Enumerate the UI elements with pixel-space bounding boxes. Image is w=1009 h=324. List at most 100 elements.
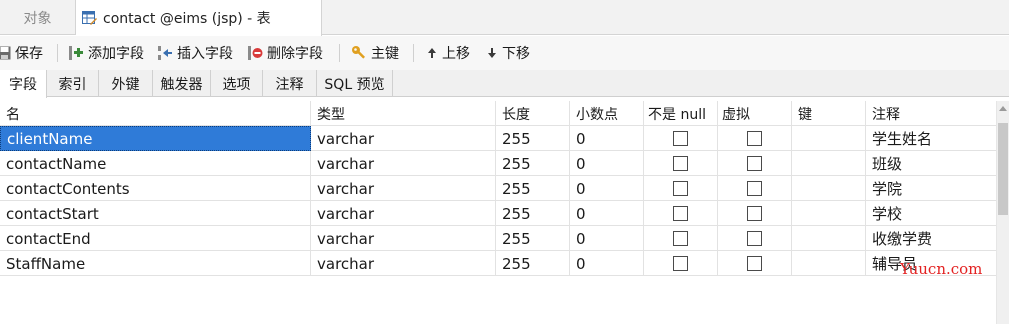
tab-foreign-keys[interactable]: 外键 bbox=[99, 70, 153, 97]
field-key-cell[interactable] bbox=[792, 226, 866, 251]
field-key-cell[interactable] bbox=[792, 251, 866, 276]
virtual-cell[interactable] bbox=[718, 201, 792, 226]
insert-field-button[interactable]: 插入字段 bbox=[157, 36, 233, 70]
delete-field-button[interactable]: 删除字段 bbox=[247, 36, 323, 70]
tab-indexes[interactable]: 索引 bbox=[47, 70, 99, 97]
tab-options[interactable]: 选项 bbox=[211, 70, 263, 97]
tab-objects[interactable]: 对象 bbox=[0, 0, 76, 35]
table-row[interactable]: StaffName varchar 255 0 辅导员 bbox=[0, 251, 996, 276]
field-type-cell[interactable]: varchar bbox=[311, 201, 496, 226]
virtual-checkbox[interactable] bbox=[747, 231, 762, 246]
primary-key-label: 主键 bbox=[371, 46, 399, 62]
table-row[interactable]: clientName varchar 255 0 学生姓名 bbox=[0, 126, 996, 151]
field-key-cell[interactable] bbox=[792, 126, 866, 151]
column-header-not-null[interactable]: 不是 null bbox=[644, 101, 718, 126]
field-type-cell[interactable]: varchar bbox=[311, 126, 496, 151]
insert-field-icon bbox=[158, 46, 172, 60]
virtual-checkbox[interactable] bbox=[747, 156, 762, 171]
field-key-cell[interactable] bbox=[792, 201, 866, 226]
tab-fields[interactable]: 字段 bbox=[0, 70, 47, 98]
column-header-comment[interactable]: 注释 bbox=[866, 101, 996, 126]
field-name-cell[interactable]: contactEnd bbox=[0, 226, 311, 251]
field-decimals-cell[interactable]: 0 bbox=[570, 126, 644, 151]
field-name-cell[interactable]: StaffName bbox=[0, 251, 311, 276]
key-icon bbox=[352, 46, 366, 59]
scroll-up-icon[interactable] bbox=[999, 106, 1007, 111]
field-comment-cell[interactable]: 学院 bbox=[866, 176, 996, 201]
field-length-cell[interactable]: 255 bbox=[496, 226, 570, 251]
scrollbar-thumb[interactable] bbox=[998, 123, 1008, 215]
virtual-checkbox[interactable] bbox=[747, 131, 762, 146]
tab-sql-preview[interactable]: SQL 预览 bbox=[317, 70, 393, 97]
field-type-cell[interactable]: varchar bbox=[311, 151, 496, 176]
not-null-checkbox[interactable] bbox=[673, 181, 688, 196]
table-row[interactable]: contactContents varchar 255 0 学院 bbox=[0, 176, 996, 201]
virtual-cell[interactable] bbox=[718, 176, 792, 201]
tab-table-design[interactable]: contact @eims (jsp) - 表 bbox=[76, 0, 322, 36]
column-header-name[interactable]: 名 bbox=[0, 101, 311, 126]
column-header-decimals[interactable]: 小数点 bbox=[570, 101, 644, 126]
tab-comment[interactable]: 注释 bbox=[263, 70, 317, 97]
field-length-cell[interactable]: 255 bbox=[496, 201, 570, 226]
primary-key-button[interactable]: 主键 bbox=[351, 36, 399, 70]
grid-header: 名 类型 长度 小数点 不是 null 虚拟 键 注释 bbox=[0, 101, 996, 126]
vertical-scrollbar[interactable] bbox=[996, 101, 1009, 324]
not-null-cell[interactable] bbox=[644, 126, 718, 151]
table-row[interactable]: contactName varchar 255 0 班级 bbox=[0, 151, 996, 176]
virtual-cell[interactable] bbox=[718, 251, 792, 276]
not-null-cell[interactable] bbox=[644, 201, 718, 226]
not-null-checkbox[interactable] bbox=[673, 206, 688, 221]
field-length-cell[interactable]: 255 bbox=[496, 176, 570, 201]
arrow-down-icon bbox=[488, 48, 496, 58]
save-label: 保存 bbox=[15, 46, 43, 62]
table-row[interactable]: contactEnd varchar 255 0 收缴学费 bbox=[0, 226, 996, 251]
not-null-cell[interactable] bbox=[644, 226, 718, 251]
not-null-cell[interactable] bbox=[644, 251, 718, 276]
not-null-checkbox[interactable] bbox=[673, 131, 688, 146]
field-key-cell[interactable] bbox=[792, 176, 866, 201]
add-field-button[interactable]: 添加字段 bbox=[68, 36, 144, 70]
field-type-cell[interactable]: varchar bbox=[311, 176, 496, 201]
field-comment-cell[interactable]: 学校 bbox=[866, 201, 996, 226]
field-name-cell[interactable]: contactName bbox=[0, 151, 311, 176]
not-null-checkbox[interactable] bbox=[673, 231, 688, 246]
column-header-length[interactable]: 长度 bbox=[496, 101, 570, 126]
field-name-cell[interactable]: clientName bbox=[0, 126, 311, 151]
field-decimals-cell[interactable]: 0 bbox=[570, 251, 644, 276]
move-down-button[interactable]: 下移 bbox=[486, 36, 530, 70]
grid-body: clientName varchar 255 0 学生姓名 contactName varc… bbox=[0, 126, 996, 276]
field-decimals-cell[interactable]: 0 bbox=[570, 201, 644, 226]
virtual-cell[interactable] bbox=[718, 226, 792, 251]
field-length-cell[interactable]: 255 bbox=[496, 126, 570, 151]
field-key-cell[interactable] bbox=[792, 151, 866, 176]
field-type-cell[interactable]: varchar bbox=[311, 251, 496, 276]
field-comment-cell[interactable]: 收缴学费 bbox=[866, 226, 996, 251]
field-length-cell[interactable]: 255 bbox=[496, 151, 570, 176]
field-length-cell[interactable]: 255 bbox=[496, 251, 570, 276]
field-decimals-cell[interactable]: 0 bbox=[570, 226, 644, 251]
move-up-button[interactable]: 上移 bbox=[426, 36, 470, 70]
virtual-cell[interactable] bbox=[718, 126, 792, 151]
field-decimals-cell[interactable]: 0 bbox=[570, 176, 644, 201]
save-button[interactable]: 保存 bbox=[0, 36, 43, 70]
not-null-checkbox[interactable] bbox=[673, 156, 688, 171]
column-header-key[interactable]: 键 bbox=[792, 101, 866, 126]
column-header-virtual[interactable]: 虚拟 bbox=[718, 101, 792, 126]
virtual-checkbox[interactable] bbox=[747, 206, 762, 221]
field-comment-cell[interactable]: 班级 bbox=[866, 151, 996, 176]
field-decimals-cell[interactable]: 0 bbox=[570, 151, 644, 176]
table-row[interactable]: contactStart varchar 255 0 学校 bbox=[0, 201, 996, 226]
virtual-cell[interactable] bbox=[718, 151, 792, 176]
tab-triggers[interactable]: 触发器 bbox=[153, 70, 211, 97]
field-name-cell[interactable]: contactStart bbox=[0, 201, 311, 226]
virtual-checkbox[interactable] bbox=[747, 181, 762, 196]
not-null-checkbox[interactable] bbox=[673, 256, 688, 271]
virtual-checkbox[interactable] bbox=[747, 256, 762, 271]
field-name-cell[interactable]: contactContents bbox=[0, 176, 311, 201]
field-type-cell[interactable]: varchar bbox=[311, 226, 496, 251]
field-comment-cell[interactable]: 学生姓名 bbox=[866, 126, 996, 151]
not-null-cell[interactable] bbox=[644, 151, 718, 176]
column-header-type[interactable]: 类型 bbox=[311, 101, 496, 126]
not-null-cell[interactable] bbox=[644, 176, 718, 201]
design-sub-tabs: 字段 索引 外键 触发器 选项 注释 SQL 预览 bbox=[0, 70, 1009, 98]
